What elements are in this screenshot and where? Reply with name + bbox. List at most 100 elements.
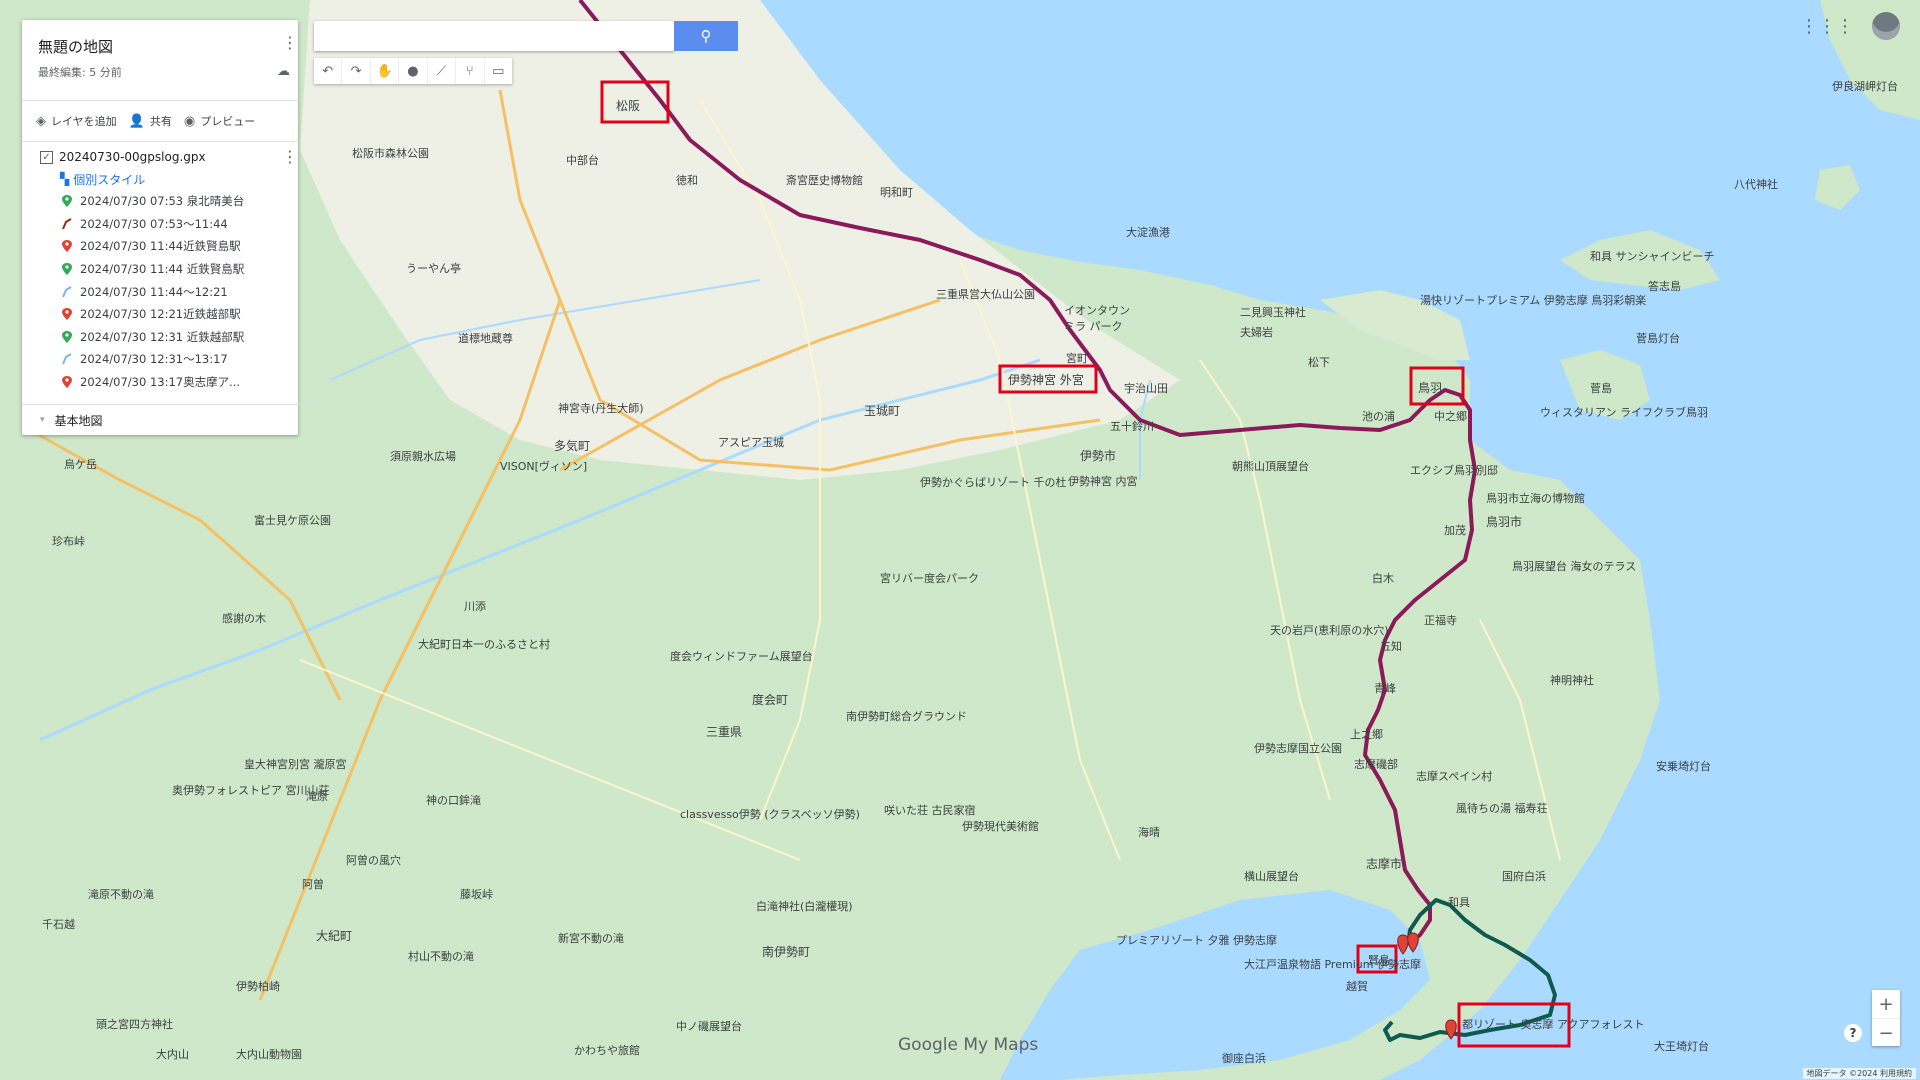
svg-text:エクシブ鳥羽別邸: エクシブ鳥羽別邸 <box>1410 463 1498 477</box>
avatar[interactable] <box>1872 12 1900 40</box>
svg-text:イオンタウン: イオンタウン <box>1064 304 1130 317</box>
apps-grid-icon[interactable]: ⋮⋮⋮ <box>1800 16 1854 37</box>
layer-gpx: ✓ 20240730-00gpslog.gpx ⋮ ▚ 個別スタイル 2024/0… <box>22 146 298 393</box>
layer-visibility-checkbox[interactable]: ✓ <box>40 150 53 164</box>
add-layer-button[interactable]: ◈ レイヤを追加 <box>36 113 117 129</box>
label-toba: 鳥羽 <box>1418 380 1442 395</box>
hand-icon[interactable]: ✋ <box>371 58 400 84</box>
marker-icon[interactable]: ● <box>399 58 428 84</box>
undo-icon[interactable]: ↶ <box>314 58 343 84</box>
svg-text:村山不動の滝: 村山不動の滝 <box>408 949 474 963</box>
ruler-icon[interactable]: ▭ <box>485 58 512 84</box>
preview-button[interactable]: ◉ プレビュー <box>184 113 255 129</box>
expand-arrow-icon[interactable]: ▾ <box>40 415 45 425</box>
svg-text:国府白浜: 国府白浜 <box>1502 869 1546 883</box>
layer-item[interactable]: 2024/07/30 12:21近鉄越部駅 <box>22 303 298 326</box>
zoom-in-button[interactable]: + <box>1872 990 1900 1018</box>
help-button[interactable]: ? <box>1844 1024 1862 1042</box>
redo-icon[interactable]: ↷ <box>342 58 371 84</box>
route-icon[interactable]: ⑂ <box>456 58 485 84</box>
layer-header[interactable]: ✓ 20240730-00gpslog.gpx <box>22 146 298 168</box>
line-icon <box>62 285 72 298</box>
svg-text:伊勢志摩国立公園: 伊勢志摩国立公園 <box>1254 741 1342 755</box>
map-pin-icon <box>62 240 72 253</box>
svg-text:伊勢柏崎: 伊勢柏崎 <box>236 979 280 993</box>
svg-text:明和町: 明和町 <box>880 186 913 199</box>
svg-text:川添: 川添 <box>464 599 486 613</box>
search-button[interactable]: ⚲ <box>674 21 738 51</box>
svg-text:伊勢かぐらばリゾート 千の杜: 伊勢かぐらばリゾート 千の杜 <box>920 475 1067 489</box>
svg-text:多気町: 多気町 <box>554 438 590 453</box>
individual-style-link[interactable]: ▚ 個別スタイル <box>22 168 298 190</box>
svg-text:プレミアリゾート 夕雅 伊勢志摩: プレミアリゾート 夕雅 伊勢志摩 <box>1116 933 1277 947</box>
svg-text:斎宮歴史博物館: 斎宮歴史博物館 <box>786 173 863 187</box>
base-map-label: 基本地図 <box>54 413 103 428</box>
svg-text:白滝神社(白瀧權現): 白滝神社(白瀧權現) <box>756 899 853 913</box>
layer-item-label: 2024/07/30 07:53〜11:44 <box>80 216 228 231</box>
layer-item[interactable]: 2024/07/30 12:31 近鉄越部駅 <box>22 326 298 349</box>
layer-item[interactable]: 2024/07/30 07:53〜11:44 <box>22 213 298 236</box>
svg-text:神明神社: 神明神社 <box>1550 673 1594 687</box>
paint-roller-icon: ▚ <box>60 172 70 186</box>
svg-text:松下: 松下 <box>1308 355 1330 369</box>
svg-text:ミラ パーク: ミラ パーク <box>1064 320 1123 333</box>
layer-item[interactable]: 2024/07/30 11:44 近鉄賢島駅 <box>22 258 298 281</box>
svg-text:大江戸温泉物語 Premium 伊勢志摩: 大江戸温泉物語 Premium 伊勢志摩 <box>1244 957 1421 971</box>
search-icon: ⚲ <box>700 27 712 45</box>
svg-text:二見興玉神社: 二見興玉神社 <box>1240 305 1306 319</box>
layer-item-label: 2024/07/30 11:44〜12:21 <box>80 284 228 299</box>
search-input[interactable] <box>314 21 674 51</box>
map-pin-icon <box>62 330 72 343</box>
svg-text:徳和: 徳和 <box>676 174 698 187</box>
svg-text:珍布峠: 珍布峠 <box>52 534 85 548</box>
svg-text:南伊勢町: 南伊勢町 <box>762 944 810 959</box>
account-area: ⋮⋮⋮ <box>1800 12 1900 40</box>
svg-text:滝原: 滝原 <box>306 790 328 803</box>
svg-text:鳥羽市: 鳥羽市 <box>1486 514 1522 529</box>
label-aquaforest: 都リゾート 奥志摩 アクアフォレスト <box>1462 1017 1644 1031</box>
layer-item[interactable]: 2024/07/30 07:53 泉北晴美台 <box>22 190 298 213</box>
layer-item-label: 2024/07/30 11:44近鉄賢島駅 <box>80 239 241 254</box>
svg-text:かわちや旅館: かわちや旅館 <box>574 1043 640 1057</box>
layer-name[interactable]: 20240730-00gpslog.gpx <box>59 150 206 164</box>
panel-actions: ◈ レイヤを追加 👤 共有 ◉ プレビュー <box>22 100 298 142</box>
map-title[interactable]: 無題の地図 <box>38 36 113 57</box>
svg-text:松阪市森林公園: 松阪市森林公園 <box>352 146 429 160</box>
svg-text:千石越: 千石越 <box>42 917 75 931</box>
map-pin-icon <box>62 195 72 208</box>
svg-text:神宮寺(丹生大師): 神宮寺(丹生大師) <box>558 401 644 415</box>
svg-text:うーやん亭: うーやん亭 <box>406 261 461 275</box>
label-ise-geku: 伊勢神宮 外宮 <box>1008 372 1084 387</box>
svg-text:三重県: 三重県 <box>706 725 742 739</box>
map-attribution[interactable]: 地図データ ©2024 利用規約 <box>1802 1068 1916 1079</box>
map-options-kebab-icon[interactable]: ⋮ <box>282 35 298 51</box>
layer-item-label: 2024/07/30 12:31 近鉄越部駅 <box>80 329 245 344</box>
svg-text:菅島: 菅島 <box>1590 381 1612 395</box>
svg-text:宮町: 宮町 <box>1066 351 1088 365</box>
map-panel: 無題の地図 ⋮ 最終編集: 5 分前 ☁ ◈ レイヤを追加 👤 共有 ◉ プレビュー … <box>22 20 316 435</box>
svg-text:正福寺: 正福寺 <box>1424 613 1457 627</box>
svg-text:越賀: 越賀 <box>1346 979 1368 993</box>
share-button[interactable]: 👤 共有 <box>129 113 172 129</box>
svg-text:富士見ケ原公園: 富士見ケ原公園 <box>254 513 331 527</box>
share-label: 共有 <box>149 115 172 128</box>
base-map-section[interactable]: ▾ 基本地図 <box>22 404 316 435</box>
zoom-out-button[interactable]: − <box>1872 1018 1900 1047</box>
layer-options-kebab-icon[interactable]: ⋮ <box>282 149 298 165</box>
line-icon <box>62 218 72 230</box>
eye-icon: ◉ <box>183 113 196 129</box>
add-person-icon: 👤 <box>128 113 145 129</box>
layer-item[interactable]: 2024/07/30 11:44近鉄賢島駅 <box>22 235 298 258</box>
svg-text:安乗埼灯台: 安乗埼灯台 <box>1656 759 1711 773</box>
svg-text:鳥羽市立海の博物館: 鳥羽市立海の博物館 <box>1486 491 1585 505</box>
svg-text:菅島灯台: 菅島灯台 <box>1636 331 1680 345</box>
line-icon <box>62 353 72 365</box>
layer-item[interactable]: 2024/07/30 11:44〜12:21 <box>22 280 298 303</box>
layer-item[interactable]: 2024/07/30 13:17奥志摩ア... <box>22 371 298 394</box>
layer-item[interactable]: 2024/07/30 12:31〜13:17 <box>22 348 298 371</box>
google-my-maps-logo: Google My Maps <box>898 1035 1039 1055</box>
svg-text:滝原不動の滝: 滝原不動の滝 <box>88 887 154 901</box>
line-icon[interactable]: ⟋ <box>428 58 457 84</box>
svg-text:天の岩戸(恵利原の水穴): 天の岩戸(恵利原の水穴) <box>1270 623 1389 637</box>
svg-text:皇大神宮別宮 瀧原宮: 皇大神宮別宮 瀧原宮 <box>244 757 347 771</box>
